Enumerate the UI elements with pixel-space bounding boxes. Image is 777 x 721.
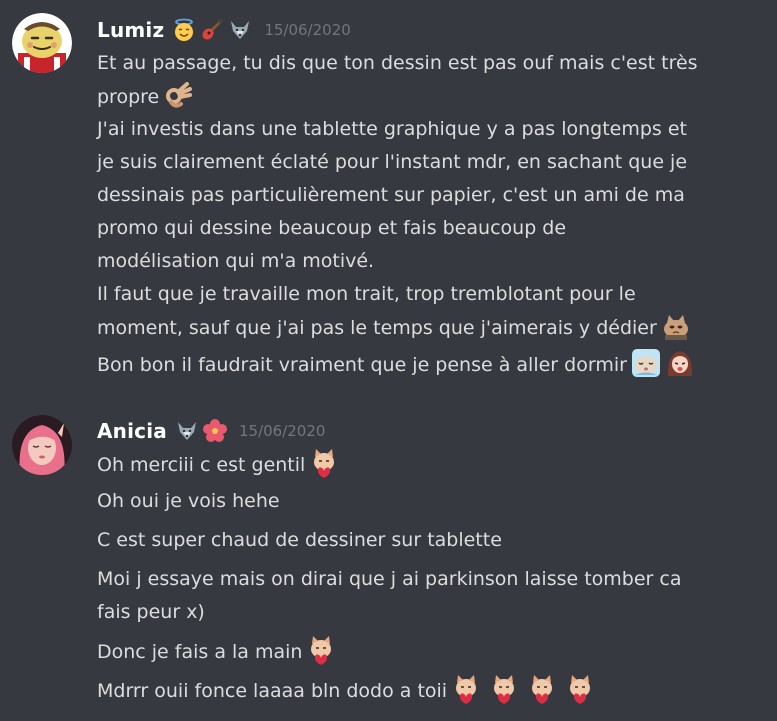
message-line: dessinais pas particulièrement sur papie… — [97, 184, 685, 206]
username[interactable]: Anicia — [97, 419, 167, 443]
wolf-icon — [175, 419, 199, 443]
message-line: Oh oui je vois hehe — [97, 490, 280, 512]
message-line: modélisation qui m'a motivé. — [97, 250, 375, 272]
guitar-icon — [200, 18, 224, 42]
wolf-icon — [228, 18, 252, 42]
message-line: Moi j essaye mais on dirai que j ai park… — [97, 568, 682, 590]
cat-meme-icon — [661, 311, 691, 341]
message-line: C est super chaud de dessiner sur tablet… — [97, 529, 502, 551]
message-line: Bon bon il faudrait vraiment que je pens… — [97, 348, 737, 382]
avatar[interactable] — [12, 415, 72, 475]
cat-heart-icon — [489, 674, 519, 704]
message-line: Donc je fais a la main — [97, 635, 737, 669]
message-line: fais peur x) — [97, 601, 205, 623]
angel-face-icon — [172, 18, 196, 42]
pink-hair-girl-icon — [12, 415, 72, 475]
anime-girl-icon — [665, 348, 695, 378]
cartoon-character-icon — [12, 13, 72, 73]
message-header: Anicia 15/06/2020 — [97, 416, 325, 446]
message-line: promo qui dessine beaucoup et fais beauc… — [97, 217, 567, 239]
message-line: Il faut que je travaille mon trait, trop… — [97, 283, 636, 305]
chat-messages: Lumiz 15/06/2020 Et au passage, tu dis q… — [0, 0, 777, 721]
message-line: je suis clairement éclaté pour l'instant… — [97, 151, 688, 173]
username[interactable]: Lumiz — [97, 18, 164, 42]
timestamp[interactable]: 15/06/2020 — [264, 21, 350, 39]
avatar[interactable] — [12, 13, 72, 73]
message-line: moment, sauf que j'ai pas le temps que j… — [97, 311, 737, 345]
cat-heart-icon — [451, 674, 481, 704]
cat-heart-icon — [309, 448, 339, 478]
cat-heart-icon — [565, 674, 595, 704]
ok-hand-icon — [163, 80, 193, 110]
message-line: Oh merciii c est gentil — [97, 448, 737, 482]
cat-heart-icon — [527, 674, 557, 704]
message-line: Mdrrr ouii fonce laaaa bln dodo a toii — [97, 674, 737, 708]
message-header: Lumiz 15/06/2020 — [97, 15, 351, 45]
message-line: Et au passage, tu dis que ton dessin est… — [97, 52, 698, 74]
cat-heart-icon — [306, 635, 336, 665]
sleepy-pepe-icon — [631, 348, 661, 378]
message-line: J'ai investis dans une tablette graphiqu… — [97, 118, 687, 140]
message-line: propre — [97, 80, 737, 114]
timestamp[interactable]: 15/06/2020 — [239, 422, 325, 440]
hibiscus-icon — [202, 419, 227, 443]
